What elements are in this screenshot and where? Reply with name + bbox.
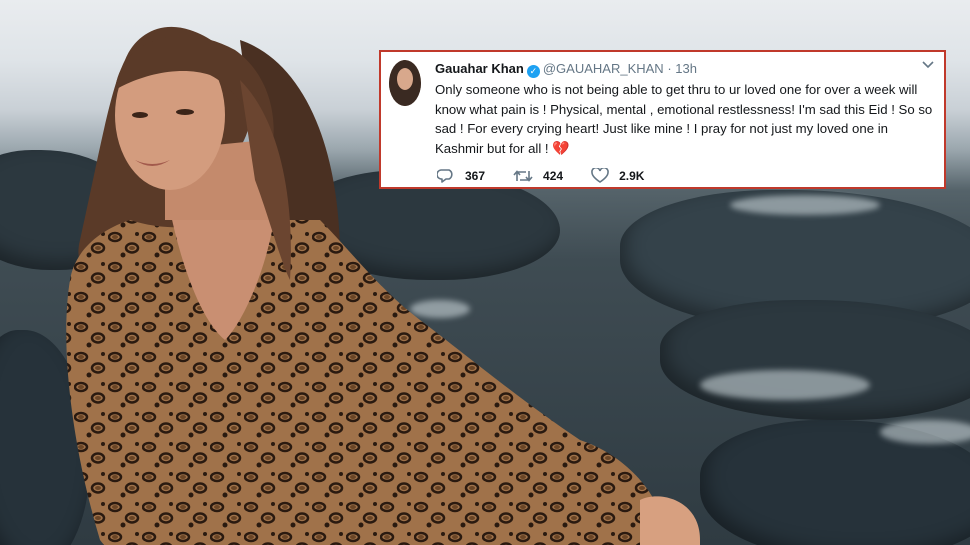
reply-count: 367: [465, 169, 486, 183]
tweet-body: Only someone who is not being able to ge…: [435, 82, 933, 156]
retweet-icon: [513, 170, 533, 182]
sea-foam: [730, 195, 880, 215]
avatar[interactable]: [389, 60, 421, 106]
like-count: 2.9K: [619, 169, 645, 183]
like-icon: [591, 168, 609, 183]
like-button[interactable]: 2.9K: [591, 168, 644, 184]
retweet-button[interactable]: 424: [513, 168, 563, 184]
sea-foam: [880, 420, 970, 444]
tweet-card: Gauahar Khan ✓ @GAUAHAR_KHAN · 13h Only so…: [379, 50, 946, 189]
tweet-header: Gauahar Khan ✓ @GAUAHAR_KHAN · 13h: [435, 61, 697, 78]
broken-heart-emoji: 💔: [552, 139, 570, 156]
chevron-down-icon[interactable]: [922, 58, 934, 72]
tweet-actions: 367 424 2.9K: [437, 168, 672, 184]
verified-icon: ✓: [526, 65, 540, 78]
retweet-count: 424: [543, 169, 564, 183]
sea-foam: [700, 370, 870, 400]
reply-button[interactable]: 367: [437, 168, 485, 184]
rock: [660, 300, 970, 420]
author-handle[interactable]: @GAUAHAR_KHAN: [543, 61, 664, 76]
reply-icon: [437, 169, 453, 183]
author-name[interactable]: Gauahar Khan: [435, 61, 524, 76]
tweet-time[interactable]: 13h: [675, 61, 697, 76]
separator: ·: [667, 61, 672, 76]
tweet-text: Only someone who is not being able to ge…: [435, 80, 935, 158]
